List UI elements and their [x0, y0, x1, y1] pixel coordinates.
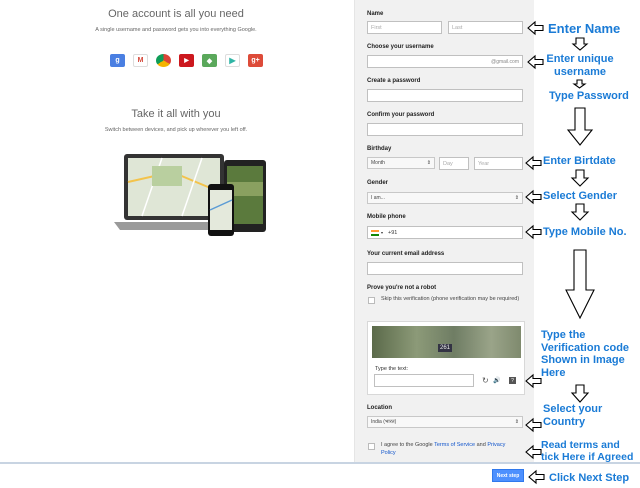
password-label: Create a password [367, 78, 421, 84]
terms-prefix: I agree to the Google [381, 442, 435, 448]
annotation-click-next: Click Next Step [549, 472, 630, 484]
gmail-suffix: @gmail.com [491, 58, 519, 65]
terms-checkbox[interactable] [368, 443, 375, 450]
email-label: Your current email address [367, 251, 445, 257]
maps-icon: ◆ [202, 54, 217, 67]
updown-icon: ⇕ [514, 419, 519, 425]
birth-day-placeholder: Day [443, 160, 453, 167]
arrow-down-5 [570, 203, 590, 221]
birth-month-value: Month [371, 160, 385, 166]
audio-icon[interactable]: 🔊 [493, 377, 500, 384]
next-step-button[interactable]: Next step [492, 469, 524, 482]
last-name-input[interactable]: Last [448, 21, 523, 34]
google-search-icon: g [110, 54, 125, 67]
terms-and: and [475, 442, 488, 448]
arrow-down-7 [570, 384, 590, 403]
updown-icon: ⇕ [514, 195, 519, 201]
annotation-select-gender: Select Gender [543, 190, 617, 202]
gender-select[interactable]: I am... ⇕ [367, 192, 523, 204]
promo-title-one-account: One account is all you need [108, 8, 244, 20]
birth-month-select[interactable]: Month ⇕ [367, 157, 435, 169]
captcha-input[interactable] [374, 374, 474, 387]
arrow-down-3 [566, 107, 594, 146]
annotation-enter-name: Enter Name [548, 21, 621, 36]
type-text-label: Type the text: [375, 366, 409, 372]
location-value: India (भारत) [371, 419, 397, 425]
captcha-image: 261 [372, 326, 521, 358]
gender-value: I am... [371, 195, 385, 201]
name-label: Name [367, 11, 384, 17]
arrow-down-6 [565, 249, 595, 320]
first-name-input[interactable]: First [367, 21, 442, 34]
birth-year-input[interactable]: Year [474, 157, 523, 170]
location-label: Location [367, 405, 392, 411]
google-plus-icon: g+ [248, 54, 263, 67]
gender-label: Gender [367, 180, 389, 186]
password-input[interactable] [367, 89, 523, 102]
terms-text: I agree to the Google Terms of Service a… [381, 441, 516, 458]
skip-verification-checkbox[interactable] [368, 297, 375, 304]
updown-icon: ⇕ [426, 160, 431, 166]
annotation-read-terms: Read terms and tick Here if Agreed [541, 439, 634, 464]
gmail-icon: M [133, 54, 148, 67]
chrome-icon [156, 54, 171, 67]
signup-page: One account is all you need A single use… [0, 0, 640, 488]
location-select[interactable]: India (भारत) ⇕ [367, 416, 523, 428]
annotation-type-password: Type Password [549, 90, 629, 102]
annotation-enter-birthdate: Enter Birtdate [543, 155, 616, 167]
annotation-select-country: Select your Country [543, 403, 603, 428]
confirm-password-label: Confirm your password [367, 112, 435, 118]
promo-title-take-it: Take it all with you [131, 108, 221, 120]
refresh-icon[interactable]: ↻ [482, 376, 489, 385]
birthday-label: Birthday [367, 146, 392, 152]
annotation-unique-username: Enter unique username [546, 53, 614, 78]
mobile-input[interactable]: ▾ +91 [367, 226, 523, 239]
mobile-prefix: +91 [388, 229, 398, 236]
help-icon[interactable]: ? [509, 377, 516, 384]
username-label: Choose your username [367, 44, 434, 50]
username-input[interactable]: @gmail.com [367, 55, 523, 68]
current-email-input[interactable] [367, 262, 523, 275]
youtube-icon: ▶ [179, 54, 194, 67]
annotation-verification: Type the Verification code Shown in Imag… [541, 329, 630, 379]
terms-of-service-link[interactable]: Terms of Service [434, 442, 475, 448]
arrow-down-2 [572, 79, 587, 89]
robot-label: Prove you're not a robot [367, 285, 437, 291]
promo-subtitle-one-account: A single username and password gets you … [95, 27, 257, 33]
birth-year-placeholder: Year [478, 160, 490, 167]
flag-dropdown-icon[interactable]: ▾ [381, 230, 383, 235]
devices-illustration [114, 154, 266, 236]
arrow-down-4 [570, 169, 590, 187]
skip-verification-label: Skip this verification (phone verificati… [381, 296, 520, 302]
annotation-type-mobile: Type Mobile No. [543, 226, 627, 238]
captcha-box: 261 Type the text: ↻ 🔊 ? [367, 321, 525, 395]
arrow-down-1 [571, 37, 589, 51]
google-apps-icons: g M ▶ ◆ ▶ g+ [110, 54, 263, 67]
arrow-left-next [528, 469, 545, 485]
birth-day-input[interactable]: Day [439, 157, 469, 170]
india-flag-icon[interactable] [371, 229, 379, 236]
captcha-code: 261 [438, 344, 453, 352]
mobile-label: Mobile phone [367, 214, 406, 220]
last-name-placeholder: Last [452, 24, 463, 31]
first-name-placeholder: First [371, 24, 382, 31]
promo-subtitle-take-it: Switch between devices, and pick up wher… [104, 127, 248, 133]
confirm-password-input[interactable] [367, 123, 523, 136]
play-icon: ▶ [225, 54, 240, 67]
